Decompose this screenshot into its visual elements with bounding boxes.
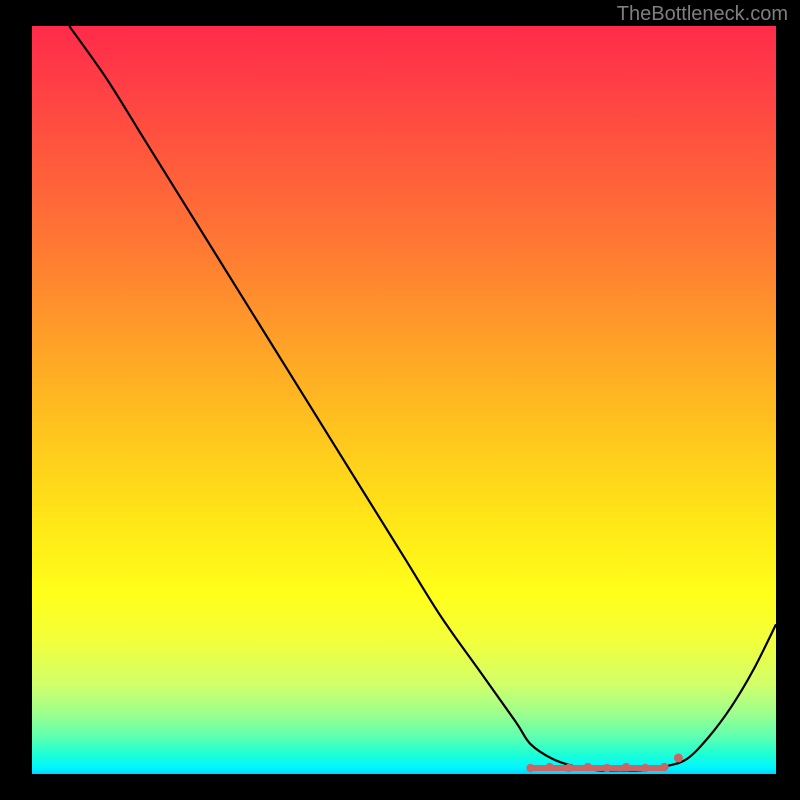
- optimal-range-dot: [622, 763, 630, 771]
- chart-plot-area: [32, 26, 776, 774]
- optimal-range-dot: [545, 763, 553, 771]
- optimal-range-dot: [526, 764, 534, 772]
- optimal-range-end-dot: [674, 754, 683, 763]
- optimal-range-dot: [584, 763, 592, 771]
- chart-svg: [32, 26, 776, 774]
- bottleneck-curve: [69, 26, 776, 771]
- optimal-range-dot: [603, 764, 611, 772]
- optimal-range-dot: [660, 763, 668, 771]
- optimal-range-dot: [565, 764, 573, 772]
- optimal-range-dot: [641, 764, 649, 772]
- watermark-text: TheBottleneck.com: [617, 3, 788, 26]
